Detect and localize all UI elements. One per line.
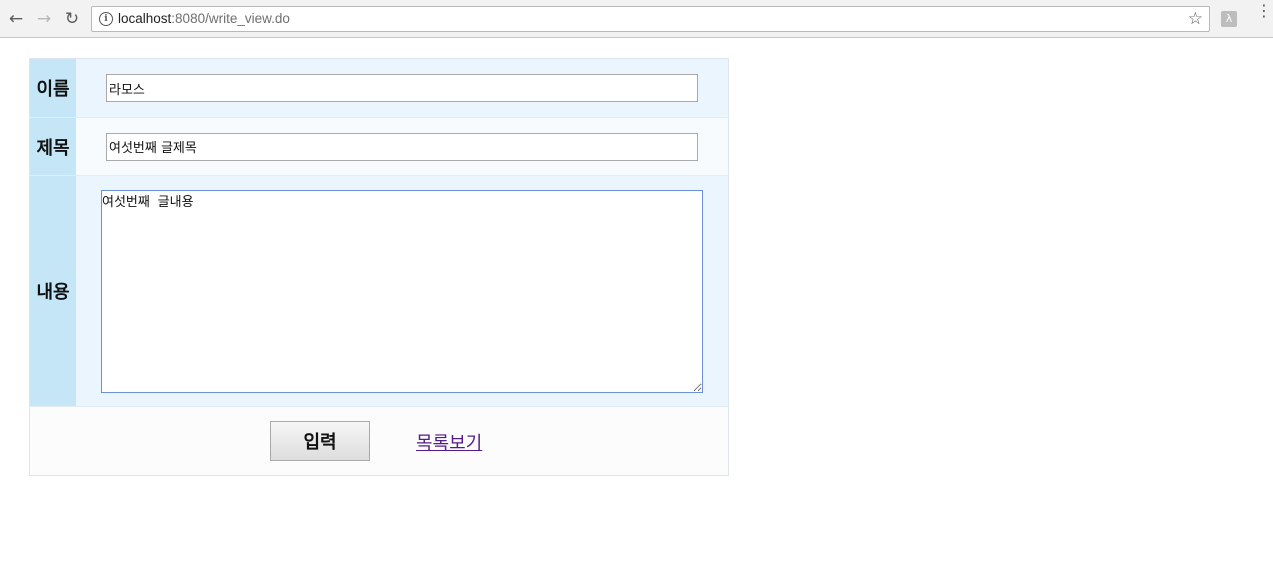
title-label: 제목 [29, 117, 76, 176]
title-row: 제목 [29, 117, 729, 176]
address-bar[interactable]: i localhost:8080/write_view.do ☆ [91, 6, 1210, 32]
actions-row: 입력 목록보기 [29, 406, 729, 476]
name-label: 이름 [29, 58, 76, 118]
back-arrow-icon[interactable]: ← [5, 7, 27, 31]
pdf-extension-icon[interactable]: λ [1221, 11, 1237, 27]
name-row: 이름 [29, 58, 729, 118]
url-text[interactable]: localhost:8080/write_view.do [118, 11, 290, 26]
form-actions: 입력 목록보기 [30, 407, 728, 475]
browser-toolbar: ← → ↻ i localhost:8080/write_view.do ☆ λ… [0, 0, 1273, 38]
content-label: 내용 [29, 175, 76, 407]
forward-arrow-icon[interactable]: → [33, 7, 55, 31]
content-row: 내용 여섯번째 글내용 [29, 175, 729, 407]
star-icon[interactable]: ☆ [1188, 9, 1203, 29]
title-input[interactable] [106, 132, 698, 161]
submit-button[interactable]: 입력 [270, 421, 370, 461]
name-input[interactable] [106, 74, 698, 102]
write-form-table: 이름 제목 내용 여섯번째 글내용 입력 목록보기 [29, 58, 729, 476]
info-icon[interactable]: i [99, 12, 113, 26]
url-host: localhost [118, 11, 172, 26]
list-view-link[interactable]: 목록보기 [416, 429, 482, 455]
content-textarea[interactable]: 여섯번째 글내용 [101, 189, 703, 393]
url-path: :8080/write_view.do [171, 11, 290, 26]
reload-icon[interactable]: ↻ [61, 7, 83, 31]
kebab-menu-icon[interactable]: ⋮ [1256, 3, 1272, 19]
